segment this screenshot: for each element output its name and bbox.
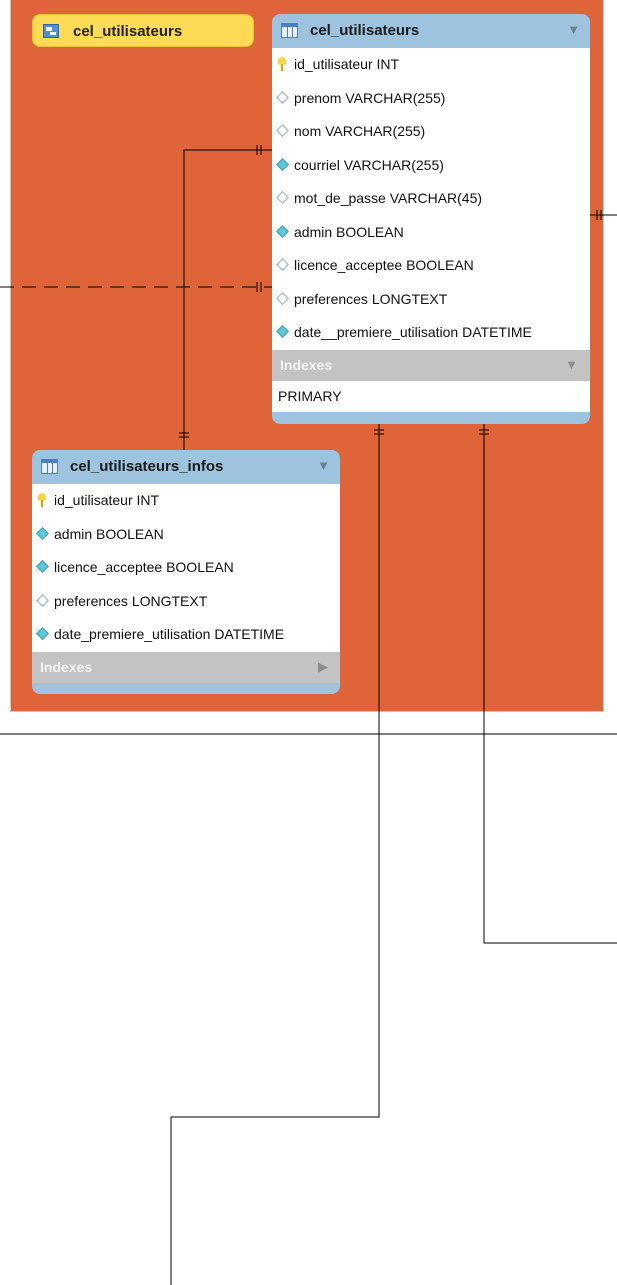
column-list: id_utilisateur INT admin BOOLEAN licence_a… [32, 484, 340, 652]
collapse-triangle-icon[interactable]: ▼ [567, 22, 580, 37]
hollow-diamond-icon [276, 291, 289, 305]
layer-icon [43, 24, 59, 38]
column-row[interactable]: preferences LONGTEXT [272, 283, 590, 317]
column-label: id_utilisateur INT [54, 492, 160, 508]
hollow-diamond-icon [276, 90, 289, 104]
filled-diamond-icon [36, 526, 49, 540]
column-row[interactable]: id_utilisateur INT [32, 484, 340, 518]
column-row[interactable]: date_premiere_utilisation DATETIME [32, 618, 340, 652]
hollow-diamond-icon [36, 593, 49, 607]
collapse-triangle-icon[interactable]: ▼ [565, 357, 578, 372]
column-row[interactable]: licence_acceptee BOOLEAN [32, 551, 340, 585]
table-icon [281, 23, 298, 38]
collapse-triangle-icon[interactable]: ▼ [317, 458, 330, 473]
column-label: preferences LONGTEXT [54, 592, 208, 609]
key-icon [38, 493, 46, 507]
relationship-line-main-to-infos [183, 149, 272, 452]
column-label: date__premiere_utilisation DATETIME [294, 324, 532, 340]
table-header[interactable]: cel_utilisateurs ▼ [272, 14, 590, 48]
expand-triangle-icon[interactable]: ▶ [318, 659, 328, 675]
filled-diamond-icon [276, 325, 289, 338]
indexes-label: Indexes [280, 356, 333, 373]
column-label: admin BOOLEAN [294, 223, 404, 240]
column-label: courriel VARCHAR(255) [294, 156, 444, 173]
relationship-line-down-right [483, 423, 617, 944]
column-label: id_utilisateur INT [294, 56, 400, 72]
table-icon [41, 459, 58, 474]
layer-tag-label: cel_utilisateurs [73, 23, 183, 40]
hollow-diamond-icon [276, 124, 289, 137]
column-row[interactable]: preferences LONGTEXT [32, 585, 340, 619]
column-row[interactable]: date__premiere_utilisation DATETIME [272, 316, 590, 350]
indexes-header[interactable]: Indexes ▼ [272, 349, 590, 381]
filled-diamond-icon [276, 224, 289, 238]
hollow-diamond-icon [276, 191, 289, 204]
indexes-label: Indexes [40, 658, 93, 675]
index-name: PRIMARY [278, 387, 342, 404]
layer-tag[interactable]: cel_utilisateurs [32, 14, 254, 47]
column-row[interactable]: nom VARCHAR(255) [272, 115, 590, 149]
column-row[interactable]: prenom VARCHAR(255) [272, 82, 590, 116]
key-icon [278, 57, 286, 71]
column-label: mot_de_passe VARCHAR(45) [294, 190, 483, 206]
indexes-header[interactable]: Indexes ▶ [32, 651, 340, 683]
hollow-diamond-icon [276, 258, 289, 271]
column-label: preferences LONGTEXT [294, 290, 448, 307]
column-row[interactable]: mot_de_passe VARCHAR(45) [272, 182, 590, 216]
column-label: licence_acceptee BOOLEAN [54, 559, 234, 575]
column-row[interactable]: licence_acceptee BOOLEAN [272, 249, 590, 283]
table-cel-utilisateurs-infos[interactable]: cel_utilisateurs_infos ▼ id_utilisateur … [32, 450, 340, 694]
column-label: nom VARCHAR(255) [294, 123, 426, 139]
table-cel-utilisateurs[interactable]: cel_utilisateurs ▼ id_utilisateur INT pre… [272, 14, 590, 424]
column-label: licence_acceptee BOOLEAN [294, 257, 474, 273]
column-label: prenom VARCHAR(255) [294, 89, 446, 106]
column-list: id_utilisateur INT prenom VARCHAR(255) nom… [272, 48, 590, 350]
column-row[interactable]: id_utilisateur INT [272, 48, 590, 82]
column-row[interactable]: courriel VARCHAR(255) [272, 149, 590, 183]
column-row[interactable]: admin BOOLEAN [32, 518, 340, 552]
table-header[interactable]: cel_utilisateurs_infos ▼ [32, 450, 340, 484]
filled-diamond-icon [36, 627, 49, 640]
column-label: date_premiere_utilisation DATETIME [54, 626, 285, 642]
filled-diamond-icon [276, 157, 289, 171]
column-row[interactable]: admin BOOLEAN [272, 216, 590, 250]
table-title: cel_utilisateurs_infos [70, 458, 224, 475]
table-title: cel_utilisateurs [310, 22, 420, 39]
column-label: admin BOOLEAN [54, 525, 164, 542]
index-row[interactable]: PRIMARY [272, 380, 590, 412]
filled-diamond-icon [36, 560, 49, 573]
